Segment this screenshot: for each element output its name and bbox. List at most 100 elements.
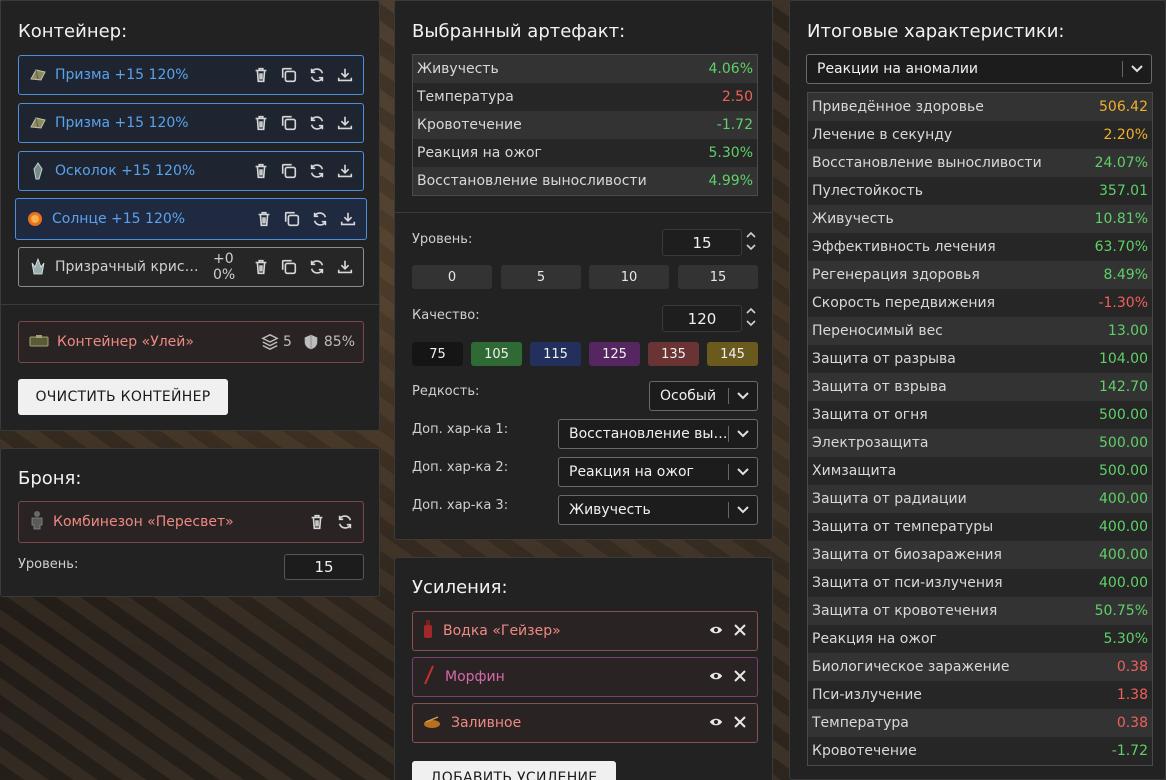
quality-preset-135[interactable]: 135 bbox=[648, 342, 699, 366]
trash-icon[interactable] bbox=[251, 113, 271, 133]
boost-item[interactable]: Водка «Гейзер» bbox=[412, 611, 758, 651]
close-icon[interactable] bbox=[733, 622, 747, 641]
container-slot-2[interactable]: Призма +15 120% bbox=[18, 103, 364, 143]
eye-icon[interactable] bbox=[709, 622, 723, 641]
artifact-quality-input[interactable]: 120 bbox=[662, 305, 742, 332]
divider bbox=[1, 304, 379, 305]
level-preset-10[interactable]: 10 bbox=[589, 265, 669, 289]
container-slot-4[interactable]: Солнце +15 120% bbox=[15, 198, 367, 240]
chevron-up-icon[interactable] bbox=[746, 307, 756, 315]
stat-name: Живучесть bbox=[417, 61, 499, 77]
case-icon bbox=[29, 333, 49, 352]
armor-level-input[interactable]: 15 bbox=[284, 554, 364, 580]
stat-value: -1.72 bbox=[1111, 743, 1148, 759]
trash-icon[interactable] bbox=[251, 257, 271, 277]
chevron-down-icon bbox=[729, 392, 757, 400]
stat-value: 5.30% bbox=[708, 145, 753, 161]
chevron-up-icon[interactable] bbox=[746, 231, 756, 239]
download-icon[interactable] bbox=[338, 209, 358, 229]
table-row: Приведённое здоровье 506.42 bbox=[808, 93, 1152, 121]
stat-name: Биологическое заражение bbox=[812, 659, 1010, 675]
copy-icon[interactable] bbox=[279, 113, 299, 133]
container-slot-3[interactable]: Осколок +15 120% bbox=[18, 151, 364, 191]
case-capacity: 5 bbox=[282, 334, 292, 350]
rarity-value: Особый bbox=[660, 388, 717, 404]
level-preset-0[interactable]: 0 bbox=[412, 265, 492, 289]
download-icon[interactable] bbox=[335, 65, 355, 85]
artifact-level-input[interactable]: 15 bbox=[662, 229, 742, 256]
stat-name: Эффективность лечения bbox=[812, 239, 996, 255]
chevron-down-icon bbox=[1123, 65, 1151, 73]
copy-icon[interactable] bbox=[282, 209, 302, 229]
chevron-down-icon[interactable] bbox=[746, 243, 756, 251]
download-icon[interactable] bbox=[335, 257, 355, 277]
totals-filter-select[interactable]: Реакции на аномалии bbox=[806, 54, 1152, 84]
rarity-select[interactable]: Особый bbox=[649, 381, 758, 411]
stat-value: 8.49% bbox=[1103, 267, 1148, 283]
quality-preset-115[interactable]: 115 bbox=[530, 342, 581, 366]
extra-stat-3-label: Доп. хар-ка 3: bbox=[412, 498, 509, 513]
trash-icon[interactable] bbox=[307, 512, 327, 532]
table-row: Биологическое заражение 0.38 bbox=[808, 653, 1152, 681]
table-row: Регенерация здоровья 8.49% bbox=[808, 261, 1152, 289]
level-preset-15[interactable]: 15 bbox=[678, 265, 758, 289]
armor-level-label: Уровень: bbox=[18, 557, 79, 572]
trash-icon[interactable] bbox=[251, 161, 271, 181]
copy-icon[interactable] bbox=[279, 257, 299, 277]
clear-container-button[interactable]: ОЧИСТИТЬ КОНТЕЙНЕР bbox=[18, 379, 228, 415]
boost-item[interactable]: Заливное bbox=[412, 703, 758, 743]
stat-value: 10.81% bbox=[1094, 211, 1148, 227]
extra-stat-2-label: Доп. хар-ка 2: bbox=[412, 460, 509, 475]
boost-label: Морфин bbox=[445, 669, 505, 685]
vodka-bottle-icon bbox=[423, 619, 433, 643]
boost-item[interactable]: Морфин bbox=[412, 657, 758, 697]
level-preset-5[interactable]: 5 bbox=[501, 265, 581, 289]
close-icon[interactable] bbox=[733, 668, 747, 687]
stat-value: 24.07% bbox=[1094, 155, 1148, 171]
extra-stat-3-select[interactable]: Живучесть bbox=[558, 495, 758, 525]
table-row: Защита от пси-излучения 400.00 bbox=[808, 569, 1152, 597]
container-case[interactable]: Контейнер «Улей» 5 85% bbox=[18, 321, 364, 363]
prism-artifact-icon bbox=[29, 66, 47, 84]
container-panel: Контейнер: Призма +15 120% Призма +15 12… bbox=[0, 0, 380, 431]
stat-name: Кровотечение bbox=[417, 117, 522, 133]
chevron-down-icon[interactable] bbox=[746, 319, 756, 327]
armor-slot[interactable]: Комбинезон «Пересвет» bbox=[18, 501, 364, 543]
stat-value: 0.38 bbox=[1116, 659, 1148, 675]
trash-icon[interactable] bbox=[254, 209, 274, 229]
add-boost-button[interactable]: ДОБАВИТЬ УСИЛЕНИЕ bbox=[412, 761, 616, 780]
refresh-icon[interactable] bbox=[310, 209, 330, 229]
rarity-label: Редкость: bbox=[412, 384, 480, 399]
refresh-icon[interactable] bbox=[307, 257, 327, 277]
refresh-icon[interactable] bbox=[307, 113, 327, 133]
stat-name: Защита от температуры bbox=[812, 519, 994, 535]
quality-preset-125[interactable]: 125 bbox=[589, 342, 640, 366]
quality-preset-105[interactable]: 105 bbox=[471, 342, 522, 366]
container-slot-1[interactable]: Призма +15 120% bbox=[18, 55, 364, 95]
stat-value: 4.99% bbox=[708, 173, 753, 189]
table-row: Живучесть 10.81% bbox=[808, 205, 1152, 233]
trash-icon[interactable] bbox=[251, 65, 271, 85]
eye-icon[interactable] bbox=[709, 668, 723, 687]
download-icon[interactable] bbox=[335, 161, 355, 181]
table-row: Восстановление выносливости 24.07% bbox=[808, 149, 1152, 177]
copy-icon[interactable] bbox=[279, 65, 299, 85]
stat-value: 2.50 bbox=[721, 89, 753, 105]
download-icon[interactable] bbox=[335, 113, 355, 133]
extra-stat-1-select[interactable]: Восстановление выносливости bbox=[558, 419, 758, 449]
refresh-icon[interactable] bbox=[335, 512, 355, 532]
extra-stat-2-select[interactable]: Реакция на ожог bbox=[558, 457, 758, 487]
armor-label: Комбинезон «Пересвет» bbox=[53, 514, 234, 530]
close-icon[interactable] bbox=[733, 714, 747, 733]
slot-label: Солнце +15 120% bbox=[52, 211, 186, 227]
refresh-icon[interactable] bbox=[307, 65, 327, 85]
quality-preset-145[interactable]: 145 bbox=[707, 342, 758, 366]
copy-icon[interactable] bbox=[279, 161, 299, 181]
shield-icon bbox=[304, 334, 318, 350]
eye-icon[interactable] bbox=[709, 714, 723, 733]
boosts-title: Усиления: bbox=[412, 577, 508, 598]
armor-suit-icon bbox=[29, 510, 45, 534]
refresh-icon[interactable] bbox=[307, 161, 327, 181]
quality-preset-75[interactable]: 75 bbox=[412, 342, 463, 366]
container-slot-5[interactable]: Призрачный кристалл +0 0% bbox=[18, 247, 364, 287]
